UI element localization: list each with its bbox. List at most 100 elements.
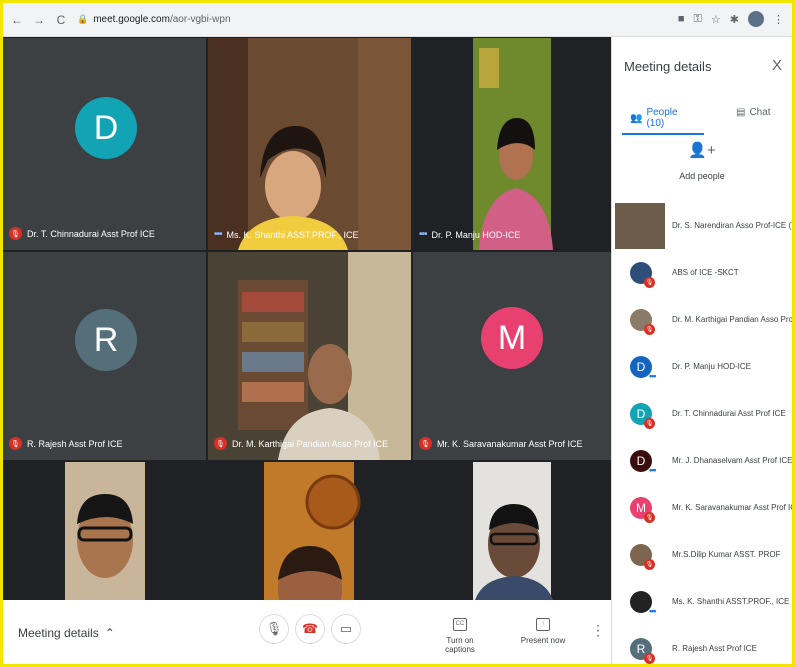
- participant-name: Dr. M. Karthigai Pandian Asso Prof ICE: [672, 315, 792, 324]
- participant-name: Ms. K. Shanthi ASST.PROF., ICE: [672, 597, 790, 606]
- participant-name: R. Rajesh Asst Prof ICE: [672, 644, 757, 653]
- more-options-icon[interactable]: ⋮: [591, 622, 605, 639]
- person-add-icon: 👤+: [688, 142, 716, 159]
- camera-button[interactable]: ▭: [331, 614, 361, 644]
- present-now-button[interactable]: ↑ Present now: [517, 618, 569, 645]
- present-icon: ↑: [536, 618, 550, 631]
- browser-menu-icon[interactable]: ⋮: [773, 13, 784, 26]
- participant-row[interactable]: ••• Ms. K. Shanthi ASST.PROF., ICE: [612, 578, 792, 625]
- participant-row[interactable]: Dr. S. Narendiran Asso Prof-ICE (You): [612, 202, 792, 249]
- video-tile[interactable]: [3, 462, 206, 600]
- end-call-button[interactable]: ☎: [295, 614, 325, 644]
- captions-button[interactable]: CC Turn on captions: [431, 618, 489, 654]
- speaking-indicator-icon: •••: [419, 229, 427, 240]
- hang-up-icon: ☎: [301, 621, 319, 636]
- participant-name: Dr. P. Manju HOD-ICE: [431, 229, 521, 240]
- forward-icon[interactable]: →: [31, 13, 47, 27]
- video-tile[interactable]: [413, 462, 611, 600]
- reload-icon[interactable]: C: [53, 13, 69, 27]
- tile-label: 🎙 Dr. T. Chinnadurai Asst Prof ICE: [9, 227, 155, 240]
- participant-row[interactable]: D ••• Dr. P. Manju HOD-ICE: [612, 343, 792, 390]
- speaking-indicator-icon: •••: [649, 606, 657, 616]
- participant-row[interactable]: D 🎙 Dr. T. Chinnadurai Asst Prof ICE: [612, 390, 792, 437]
- key-icon[interactable]: ⚿: [694, 13, 702, 26]
- participant-avatar: D: [75, 97, 137, 159]
- add-people-button[interactable]: 👤+ Add people: [672, 141, 732, 181]
- video-tile[interactable]: 🎙 Dr. M. Karthigai Pandian Asso Prof ICE: [208, 252, 411, 460]
- video-tile[interactable]: ••• Dr. P. Manju HOD-ICE: [413, 38, 611, 250]
- mic-off-icon: 🎙: [644, 324, 655, 335]
- camera-indicator-icon[interactable]: ■: [678, 13, 685, 25]
- active-tab-indicator: [622, 133, 704, 135]
- back-icon[interactable]: ←: [9, 13, 25, 27]
- mic-off-icon: 🎙: [644, 512, 655, 523]
- participant-name: R. Rajesh Asst Prof ICE: [27, 438, 123, 449]
- video-tile[interactable]: [208, 462, 411, 600]
- video-feed: [413, 38, 611, 250]
- mic-off-icon: 🎙: [214, 437, 227, 450]
- video-tile[interactable]: R 🎙 R. Rajesh Asst Prof ICE: [3, 252, 206, 460]
- tile-label: 🎙 R. Rajesh Asst Prof ICE: [9, 437, 123, 450]
- video-tile[interactable]: D 🎙 Dr. T. Chinnadurai Asst Prof ICE: [3, 38, 206, 250]
- video-feed: [473, 462, 553, 600]
- address-bar[interactable]: 🔒 meet.google.com/aor-vgbi-wpn: [77, 14, 231, 25]
- tab-people[interactable]: 👥 People (10): [630, 107, 696, 129]
- meeting-controls-bar: Meeting details ⌃ 🎙 ☎ ▭ CC Turn on capti…: [3, 600, 611, 664]
- close-icon[interactable]: X: [772, 57, 782, 74]
- participant-name: Mr.S.Dilip Kumar ASST. PROF: [672, 550, 781, 559]
- participant-name: ABS of ICE -SKCT: [672, 268, 739, 277]
- participant-row[interactable]: 🎙 Mr.S.Dilip Kumar ASST. PROF: [612, 531, 792, 578]
- speaking-indicator-icon: •••: [649, 371, 657, 381]
- participant-row[interactable]: M 🎙 Mr. K. Saravanakumar Asst Prof ICE: [612, 484, 792, 531]
- mic-off-icon: 🎙: [9, 227, 22, 240]
- lock-icon: 🔒: [77, 14, 89, 24]
- mic-off-icon: 🎙: [9, 437, 22, 450]
- video-tile[interactable]: M 🎙 Mr. K. Saravanakumar Asst Prof ICE: [413, 252, 611, 460]
- participant-row[interactable]: 🎙 ABS of ICE -SKCT: [612, 249, 792, 296]
- participant-name: Mr. J. Dhanaselvam Asst Prof ICE: [672, 456, 792, 465]
- star-icon[interactable]: ☆: [711, 13, 721, 26]
- mic-off-icon: 🎙: [419, 437, 432, 450]
- participant-avatar: R: [75, 309, 137, 371]
- video-camera-icon: ▭: [339, 621, 353, 636]
- speaking-indicator-icon: •••: [649, 465, 657, 475]
- mic-off-icon: 🎙: [644, 559, 655, 570]
- microphone-button[interactable]: 🎙: [259, 614, 289, 644]
- participant-avatar: M: [481, 307, 543, 369]
- panel-title: Meeting details: [624, 59, 712, 74]
- participant-name: Dr. P. Manju HOD-ICE: [672, 362, 751, 371]
- participant-name: Dr. S. Narendiran Asso Prof-ICE (You): [672, 221, 792, 230]
- video-feed: [208, 252, 411, 460]
- chevron-up-icon: ⌃: [104, 626, 115, 640]
- tile-label: ••• Ms. K. Shanthi ASST.PROF., ICE: [214, 229, 359, 240]
- closed-captions-icon: CC: [453, 618, 467, 631]
- video-feed: [264, 462, 361, 600]
- tile-label: ••• Dr. P. Manju HOD-ICE: [419, 229, 520, 240]
- participant-name: Ms. K. Shanthi ASST.PROF., ICE: [226, 229, 359, 240]
- meet-window: ← → C 🔒 meet.google.com/aor-vgbi-wpn ■ ⚿…: [3, 3, 792, 664]
- tile-label: 🎙 Mr. K. Saravanakumar Asst Prof ICE: [419, 437, 583, 450]
- add-people-label: Add people: [679, 171, 725, 181]
- browser-toolbar: ← → C 🔒 meet.google.com/aor-vgbi-wpn ■ ⚿…: [3, 3, 792, 37]
- participant-list: Dr. S. Narendiran Asso Prof-ICE (You) 🎙 AB…: [612, 202, 792, 664]
- captions-label: Turn on captions: [445, 636, 475, 654]
- meeting-details-label: Meeting details: [18, 626, 99, 640]
- participant-name: Dr. T. Chinnadurai Asst Prof ICE: [672, 409, 786, 418]
- tab-chat-label: Chat: [749, 107, 771, 118]
- speaking-indicator-icon: •••: [214, 229, 222, 240]
- people-icon: 👥: [630, 112, 643, 124]
- extension-icon[interactable]: ✱: [730, 13, 739, 26]
- profile-avatar[interactable]: [748, 11, 764, 27]
- participant-row[interactable]: 🎙 Dr. M. Karthigai Pandian Asso Prof ICE: [612, 296, 792, 343]
- meeting-details-toggle[interactable]: Meeting details ⌃: [18, 626, 115, 640]
- browser-actions: ■ ⚿ ☆ ✱ ⋮: [678, 11, 784, 27]
- participant-row[interactable]: D ••• Mr. J. Dhanaselvam Asst Prof ICE: [612, 437, 792, 484]
- tab-chat[interactable]: ▤ Chat: [736, 107, 771, 118]
- video-tile[interactable]: ••• Ms. K. Shanthi ASST.PROF., ICE: [208, 38, 411, 250]
- mic-off-icon: 🎙: [644, 653, 655, 664]
- mic-off-icon: 🎙: [644, 277, 655, 288]
- tile-label: 🎙 Dr. M. Karthigai Pandian Asso Prof ICE: [214, 437, 388, 450]
- video-feed: [208, 38, 411, 250]
- url-host: meet.google.com: [93, 14, 170, 25]
- participant-row[interactable]: R 🎙 R. Rajesh Asst Prof ICE: [612, 625, 792, 664]
